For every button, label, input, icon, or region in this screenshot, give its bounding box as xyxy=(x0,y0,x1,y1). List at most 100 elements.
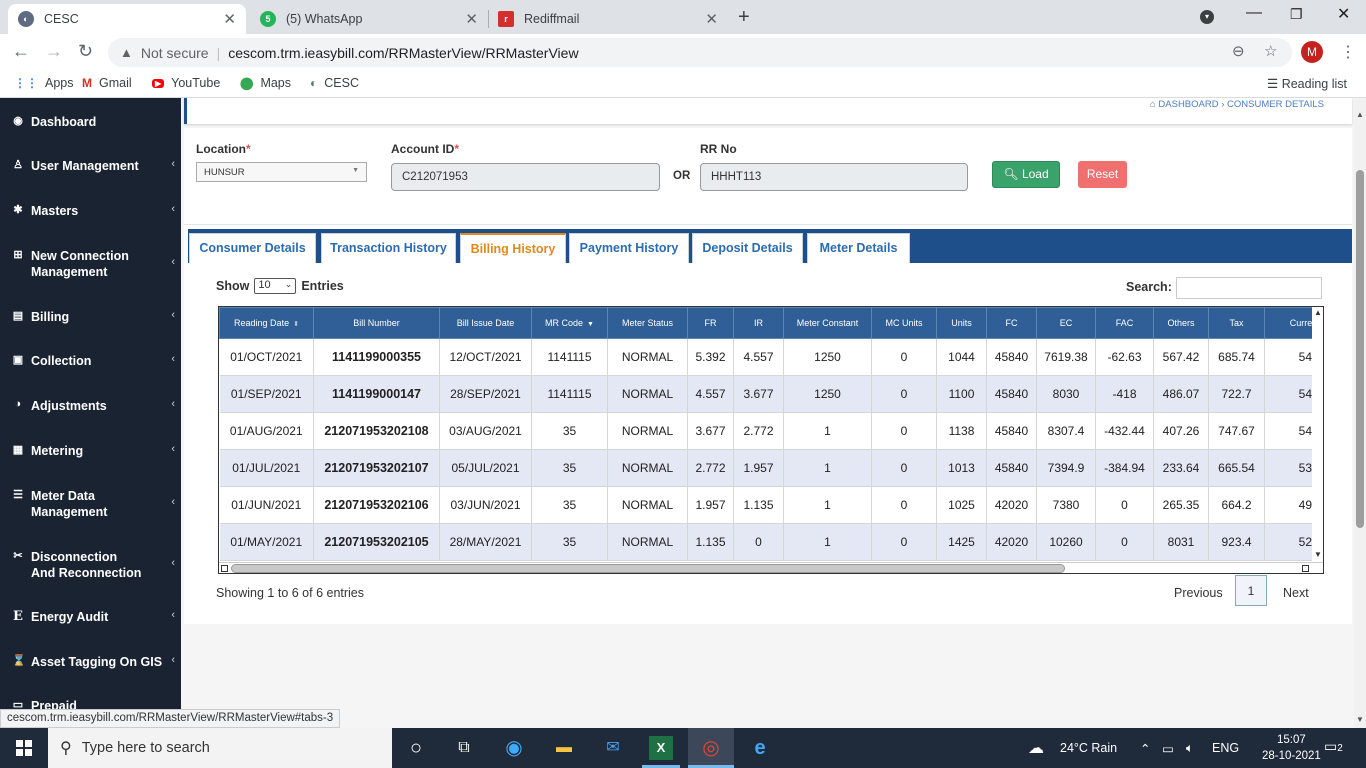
language-indicator[interactable]: ENG xyxy=(1212,741,1239,755)
table-row[interactable]: 01/OCT/2021 1141199000355 12/OCT/2021 11411… xyxy=(219,338,1312,376)
forward-icon[interactable]: → xyxy=(45,41,63,62)
col-mr-code[interactable]: MR Code ▼ xyxy=(531,307,608,339)
sidebar-item-energy-audit[interactable]: E Energy Audit ‹ xyxy=(0,609,181,625)
col-reading-date[interactable]: Reading Date ⬍ xyxy=(219,307,314,339)
edge-icon[interactable]: ◉ xyxy=(502,736,526,760)
reading-list[interactable]: ☰ Reading list xyxy=(1267,76,1347,91)
col-meter-status[interactable]: Meter Status xyxy=(607,307,688,339)
sidebar-item-billing[interactable]: ▤ Billing ‹ xyxy=(0,309,181,325)
sidebar-item-meter-data[interactable]: ☰ Meter Data Management ‹ xyxy=(0,488,181,520)
back-icon[interactable]: ← xyxy=(12,41,30,62)
scroll-down-icon[interactable]: ▼ xyxy=(1314,550,1322,559)
tab-payment-history[interactable]: Payment History xyxy=(569,233,689,263)
col-mc-units[interactable]: MC Units xyxy=(871,307,937,339)
sidebar-item-disconnection[interactable]: ✂ Disconnection And Reconnection ‹ xyxy=(0,549,181,581)
breadcrumb-dashboard[interactable]: DASHBOARD xyxy=(1158,99,1218,110)
bookmark-cesc[interactable]: ◐ CESC xyxy=(310,76,359,90)
scroll-up-icon[interactable]: ▲ xyxy=(1314,308,1322,317)
weather-text[interactable]: 24°C Rain xyxy=(1060,741,1117,755)
tray-expand-icon[interactable]: ⌃ xyxy=(1140,741,1150,756)
col-meter-constant[interactable]: Meter Constant xyxy=(783,307,872,339)
load-button[interactable]: 🔍︎ Load xyxy=(992,161,1060,188)
zoom-icon[interactable]: ⊖ xyxy=(1232,42,1245,60)
tab-deposit-details[interactable]: Deposit Details xyxy=(692,233,803,263)
page-scrollbar-thumb[interactable] xyxy=(1356,170,1364,528)
task-view-icon[interactable]: ⧉ xyxy=(452,736,476,760)
volume-icon[interactable]: 🔈︎ xyxy=(1186,741,1194,756)
new-tab-icon[interactable]: + xyxy=(738,6,750,29)
col-tax[interactable]: Tax xyxy=(1208,307,1265,339)
sidebar-item-new-connection[interactable]: ⊞ New Connection Management ‹ xyxy=(0,248,181,280)
browser-tab-whatsapp[interactable]: 5 (5) WhatsApp ✕ xyxy=(250,4,488,34)
page-1-button[interactable]: 1 xyxy=(1235,575,1267,606)
col-fac[interactable]: FAC xyxy=(1095,307,1154,339)
sidebar-item-masters[interactable]: ✱ Masters ‹ xyxy=(0,203,181,219)
cortana-icon[interactable]: ○ xyxy=(404,736,428,760)
close-window-icon[interactable]: ✕ xyxy=(1337,4,1350,24)
sidebar-item-adjustments[interactable]: ◑ Adjustments ‹ xyxy=(0,398,181,414)
previous-button[interactable]: Previous xyxy=(1174,586,1223,600)
reset-button[interactable]: Reset xyxy=(1078,161,1127,188)
scroll-up-icon[interactable]: ▲ xyxy=(1356,110,1364,119)
chrome-icon[interactable]: ◎ xyxy=(699,736,723,760)
weather-icon[interactable]: ☁ xyxy=(1028,738,1044,758)
table-horizontal-scrollbar[interactable] xyxy=(219,562,1323,573)
table-row[interactable]: 01/MAY/2021 212071953202105 28/MAY/2021 35 N… xyxy=(219,523,1312,561)
tab-consumer-details[interactable]: Consumer Details xyxy=(189,233,316,263)
tab-search-icon[interactable]: ▾ xyxy=(1200,10,1214,24)
close-tab-icon[interactable]: ✕ xyxy=(465,10,478,28)
col-fr[interactable]: FR xyxy=(687,307,734,339)
scroll-right-icon[interactable] xyxy=(1302,565,1309,572)
tab-billing-history[interactable]: Billing History xyxy=(460,233,566,263)
page-length-select[interactable]: 10 ⌄ xyxy=(254,278,297,294)
col-units[interactable]: Units xyxy=(936,307,987,339)
scrollbar-thumb[interactable] xyxy=(231,564,1065,573)
bookmark-apps[interactable]: ⋮⋮ Apps xyxy=(14,76,74,90)
col-fc[interactable]: FC xyxy=(986,307,1037,339)
col-ec[interactable]: EC xyxy=(1036,307,1096,339)
sidebar-item-metering[interactable]: ▦ Metering ‹ xyxy=(0,443,181,459)
search-input[interactable] xyxy=(1176,277,1322,299)
sidebar-item-asset-tagging[interactable]: ⌛ Asset Tagging On GIS ‹ xyxy=(0,654,181,670)
profile-avatar[interactable]: M xyxy=(1301,41,1323,63)
table-vertical-scrollbar[interactable]: ▲ ▼ xyxy=(1312,307,1323,562)
page-scrollbar[interactable]: ▲ ▼ xyxy=(1354,98,1366,728)
location-select[interactable]: HUNSUR ▼ xyxy=(196,162,367,182)
internet-explorer-icon[interactable]: e xyxy=(748,736,772,760)
col-bill-issue-date[interactable]: Bill Issue Date xyxy=(439,307,532,339)
bookmark-youtube[interactable]: ▶ YouTube xyxy=(152,76,220,90)
sidebar-item-collection[interactable]: ▣ Collection ‹ xyxy=(0,353,181,369)
url-text[interactable]: cescom.trm.ieasybill.com/RRMasterView/RR… xyxy=(228,45,578,61)
excel-icon[interactable]: X xyxy=(649,736,673,760)
tab-meter-details[interactable]: Meter Details xyxy=(807,233,910,263)
next-button[interactable]: Next xyxy=(1283,586,1309,600)
account-id-input[interactable]: C212071953 xyxy=(391,163,660,191)
tab-transaction-history[interactable]: Transaction History xyxy=(321,233,456,263)
restore-icon[interactable]: ❐ xyxy=(1290,6,1303,23)
close-tab-icon[interactable]: ✕ xyxy=(705,10,718,28)
clock[interactable]: 15:07 28-10-2021 xyxy=(1262,732,1321,764)
notification-icon[interactable]: ▭2 xyxy=(1324,738,1343,755)
minimize-icon[interactable]: — xyxy=(1246,4,1262,22)
col-ir[interactable]: IR xyxy=(733,307,784,339)
table-row[interactable]: 01/AUG/2021 212071953202108 03/AUG/2021 35 N… xyxy=(219,412,1312,450)
network-icon[interactable]: ▭ xyxy=(1162,741,1174,756)
mail-icon[interactable]: ✉ xyxy=(601,736,625,760)
sidebar-item-dashboard[interactable]: ◉ Dashboard xyxy=(0,114,181,130)
browser-tab-rediffmail[interactable]: r Rediffmail ✕ xyxy=(488,4,728,34)
address-bar[interactable]: ▲ Not secure | cescom.trm.ieasybill.com/… xyxy=(108,38,1292,67)
close-tab-icon[interactable]: ✕ xyxy=(223,10,236,28)
scroll-left-icon[interactable] xyxy=(221,565,228,572)
sidebar-item-user-management[interactable]: ♙ User Management ‹ xyxy=(0,158,181,174)
bookmark-maps[interactable]: ⬤ Maps xyxy=(240,76,291,90)
warning-icon[interactable]: ▲ xyxy=(120,45,133,60)
table-row[interactable]: 01/SEP/2021 1141199000147 28/SEP/2021 11411… xyxy=(219,375,1312,413)
bookmark-gmail[interactable]: M Gmail xyxy=(82,76,132,90)
col-bill-number[interactable]: Bill Number xyxy=(313,307,440,339)
taskbar-search[interactable]: ⚲ Type here to search xyxy=(48,728,392,768)
reload-icon[interactable]: ↻ xyxy=(78,41,93,62)
security-status[interactable]: Not secure xyxy=(141,45,209,61)
col-others[interactable]: Others xyxy=(1153,307,1209,339)
file-explorer-icon[interactable]: ▬ xyxy=(552,736,576,760)
bookmark-star-icon[interactable]: ☆ xyxy=(1264,42,1277,60)
